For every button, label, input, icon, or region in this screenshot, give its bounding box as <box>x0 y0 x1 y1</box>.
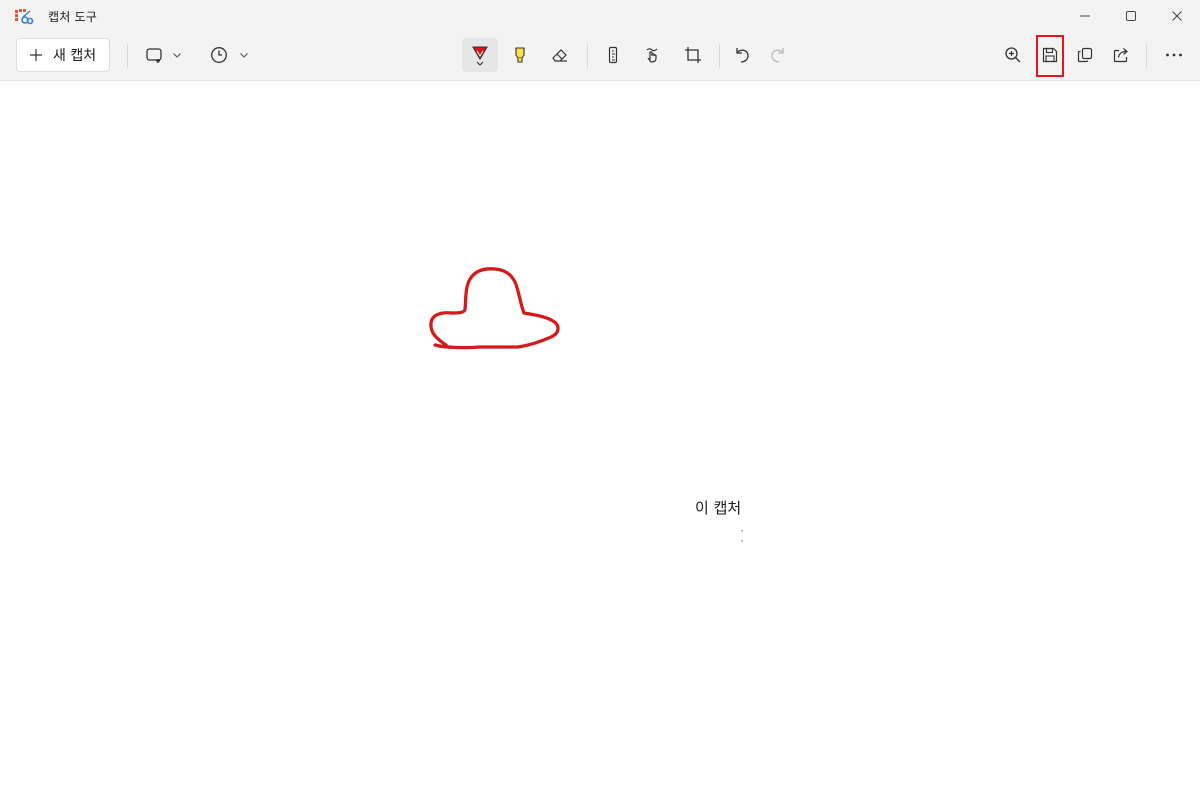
close-icon <box>1171 7 1183 26</box>
ballpoint-pen-icon <box>469 42 491 68</box>
chevron-down-icon <box>239 50 249 60</box>
ballpoint-pen-button[interactable] <box>462 38 498 72</box>
capture-mode-button[interactable] <box>138 38 188 72</box>
highlighter-icon <box>510 45 530 65</box>
toolbar-divider <box>719 44 720 68</box>
zoom-button[interactable] <box>997 38 1029 72</box>
timer-icon <box>209 45 229 65</box>
toolbar-divider <box>127 44 128 68</box>
copy-icon <box>1075 45 1095 65</box>
ruler-button[interactable] <box>597 38 629 72</box>
undo-icon <box>732 45 752 65</box>
eraser-icon <box>550 45 570 65</box>
maximize-icon <box>1125 7 1137 26</box>
touch-writing-icon <box>643 45 663 65</box>
timer-button[interactable] <box>204 38 254 72</box>
toolbar-divider <box>587 44 588 68</box>
crop-icon <box>683 45 703 65</box>
undo-button[interactable] <box>726 38 758 72</box>
more-icon <box>1164 45 1184 65</box>
hat-drawing <box>429 267 560 350</box>
share-icon <box>1111 45 1131 65</box>
redo-icon <box>768 45 788 65</box>
redo-button[interactable] <box>762 38 794 72</box>
snipping-tool-icon <box>14 8 34 26</box>
ruler-icon <box>603 45 623 65</box>
maximize-button[interactable] <box>1108 0 1154 32</box>
highlighter-button[interactable] <box>504 38 536 72</box>
text-cursor-mark <box>741 530 743 542</box>
plus-icon <box>29 48 43 62</box>
window-title: 캡처 도구 <box>48 10 97 24</box>
capture-caption: 이 캡처 <box>695 499 742 517</box>
close-button[interactable] <box>1154 0 1200 32</box>
zoom-in-icon <box>1003 45 1023 65</box>
minimize-button[interactable] <box>1062 0 1108 32</box>
rectangle-mode-icon <box>144 45 164 65</box>
capture-canvas[interactable]: 이 캡처 <box>0 81 1200 799</box>
minimize-icon <box>1079 7 1091 26</box>
new-capture-label: 새 캡처 <box>53 48 97 64</box>
title-bar: 캡처 도구 <box>0 0 1200 32</box>
copy-button[interactable] <box>1069 38 1101 72</box>
touch-writing-button[interactable] <box>637 38 669 72</box>
crop-button[interactable] <box>677 38 709 72</box>
save-button-highlight <box>1036 35 1064 77</box>
chevron-down-icon <box>172 50 182 60</box>
share-button[interactable] <box>1105 38 1137 72</box>
eraser-button[interactable] <box>544 38 576 72</box>
snipping-tool-window: 캡처 도구 새 캡처 이 캡처 <box>0 0 1200 799</box>
toolbar-divider <box>1146 44 1147 68</box>
toolbar: 새 캡처 <box>0 32 1200 81</box>
new-capture-button[interactable]: 새 캡처 <box>16 38 110 72</box>
more-options-button[interactable] <box>1158 38 1190 72</box>
